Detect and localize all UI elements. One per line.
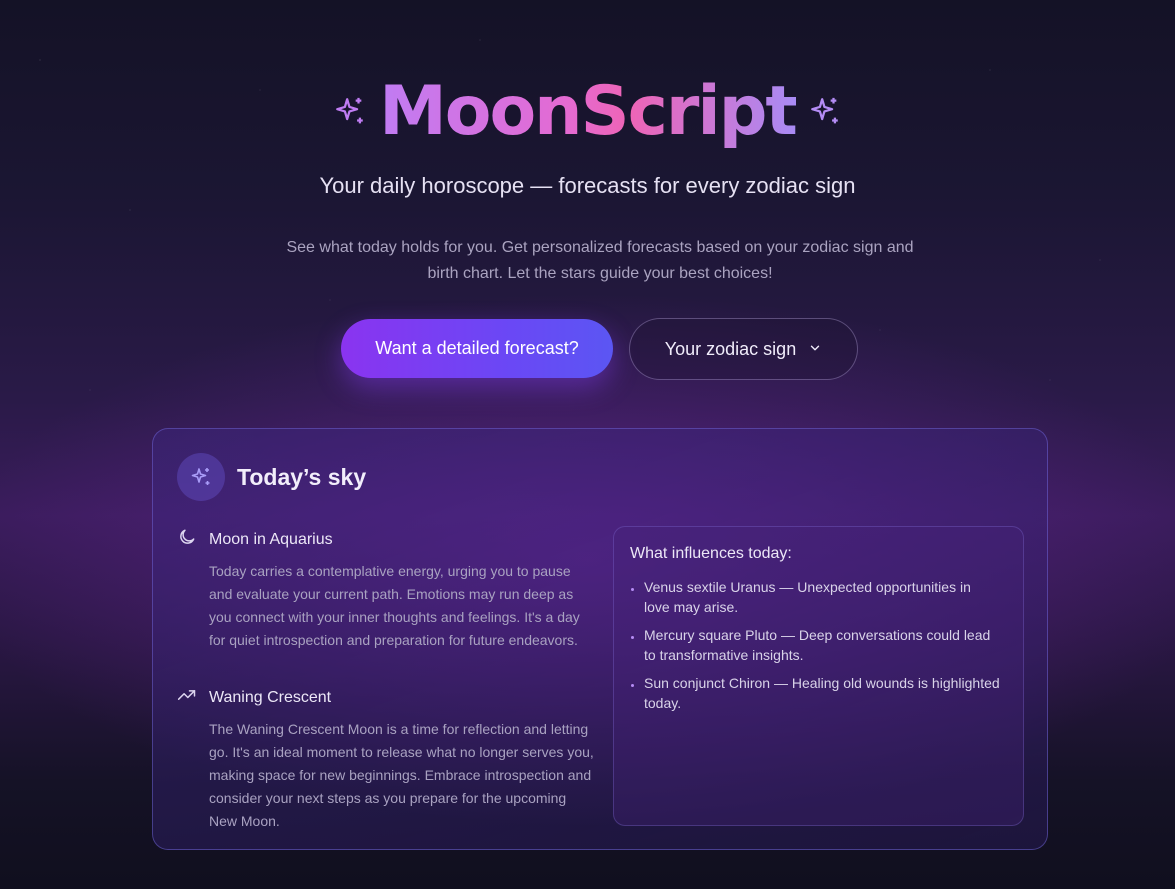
zodiac-sign-label: Your zodiac sign [664,338,797,359]
sparkle-icon [177,453,225,501]
influences-panel: What influences today: Venus sextile Ura… [613,526,1024,826]
chevron-down-icon [808,339,822,360]
card-header: Today’s sky [177,453,366,501]
entry-title: Moon in Aquarius [209,530,333,548]
sparkle-icon [808,95,842,129]
trending-up-icon [177,685,197,710]
sparkle-icon [333,95,367,129]
entry-body: Today carries a contemplative energy, ur… [209,563,580,648]
zodiac-sign-dropdown[interactable]: Your zodiac sign [629,318,858,380]
influences-title: What influences today: [630,545,792,562]
influence-item: Venus sextile Uranus — Unexpected opport… [630,577,1000,617]
brand-header: MoonScript [0,72,1175,152]
todays-sky-card: Today’s sky Moon in Aquarius Today carri… [152,428,1048,850]
card-title: Today’s sky [237,463,367,490]
influence-item: Mercury square Pluto — Deep conversation… [630,625,1000,665]
entry-body: The Waning Crescent Moon is a time for r… [209,721,594,829]
influence-item: Sun conjunct Chiron — Healing old wounds… [630,673,1000,713]
tagline: Your daily horoscope — forecasts for eve… [319,173,856,198]
brand-title: MoonScript [379,72,798,151]
detailed-forecast-button[interactable]: Want a detailed forecast? [341,319,613,378]
moon-icon [177,527,197,552]
sky-entry-phase: Waning Crescent The Waning Crescent Moon… [177,685,597,833]
detailed-forecast-label: Want a detailed forecast? [375,338,579,358]
hero-description: See what today holds for you. Get person… [286,239,914,282]
sky-entry-moon: Moon in Aquarius Today carries a contemp… [177,527,597,652]
entry-title: Waning Crescent [209,688,332,706]
